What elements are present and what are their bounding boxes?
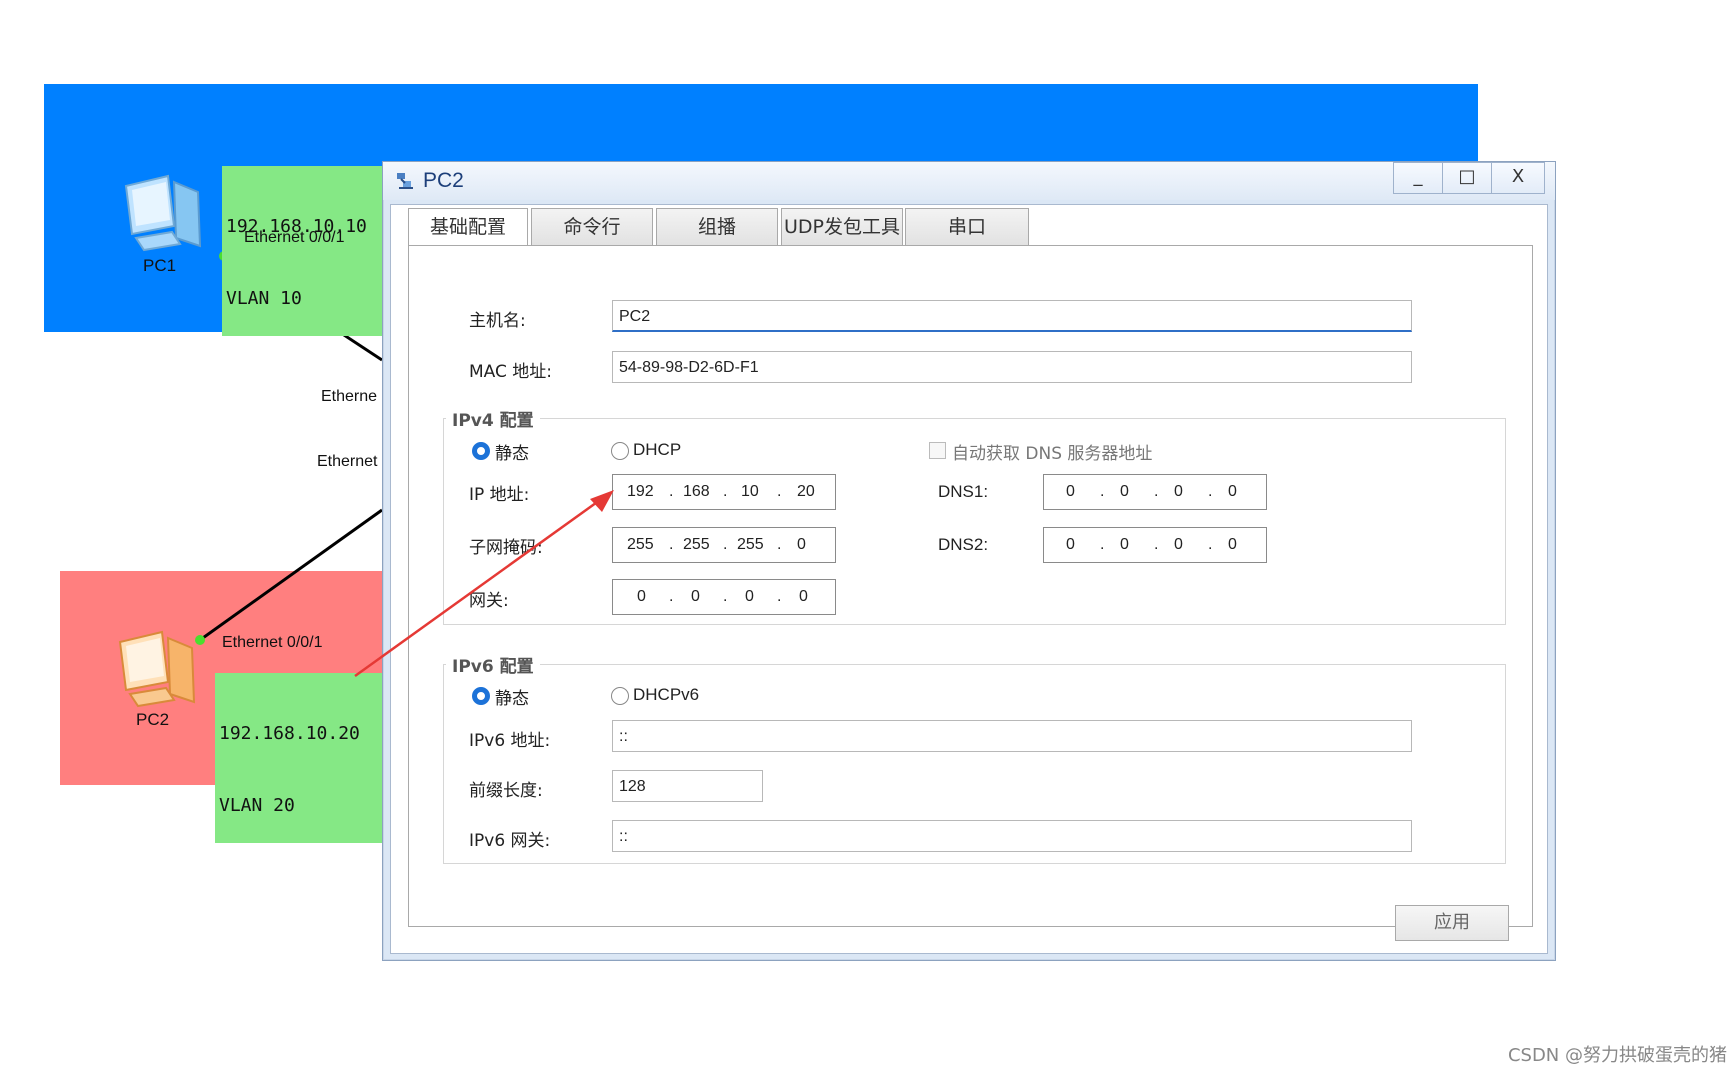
annotation-arrow [354, 490, 614, 678]
arrow-line [354, 498, 601, 678]
arrow-head [590, 490, 614, 512]
watermark: CSDN @努力拱破蛋壳的猪 [1507, 1045, 1727, 1066]
